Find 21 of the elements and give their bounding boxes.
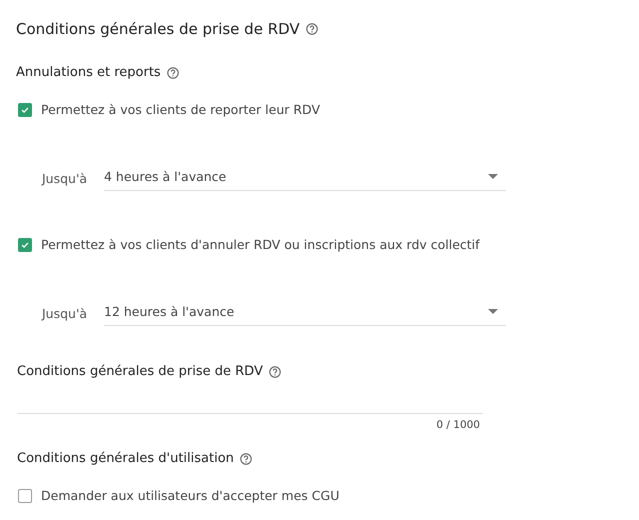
caret-icon <box>488 309 498 314</box>
checkbox-label: Permettez à vos clients d'annuler RDV ou inscriptions aux rdv collectif <box>41 237 480 252</box>
character-counter: 0 / 1000 <box>436 419 480 431</box>
field-label: Jusqu'à <box>42 306 88 323</box>
caret-icon <box>488 174 498 179</box>
checkbox[interactable] <box>18 488 32 502</box>
help-icon[interactable] <box>268 366 281 378</box>
checkbox-label: Permettez à vos clients de reporter leur RDV <box>41 102 320 117</box>
section-heading: Conditions générales de prise de RDV <box>17 364 263 379</box>
section-heading: Conditions générales d'utilisation <box>17 451 234 466</box>
checkbox-label: Demander aux utilisateurs d'accepter mes CGU <box>41 488 340 503</box>
field-label: Jusqu'à <box>42 171 88 188</box>
section-heading: Annulations et reports <box>16 65 161 80</box>
help-icon[interactable] <box>240 452 252 464</box>
help-icon[interactable] <box>306 23 318 35</box>
dropdown[interactable]: 4 heures à l'avance <box>104 167 506 191</box>
page-title: Conditions générales de prise de RDV <box>16 20 300 38</box>
help-icon[interactable] <box>166 66 179 78</box>
checkbox[interactable] <box>18 238 32 252</box>
checkbox[interactable] <box>18 102 32 116</box>
dropdown[interactable]: 12 heures à l'avance <box>104 302 506 326</box>
